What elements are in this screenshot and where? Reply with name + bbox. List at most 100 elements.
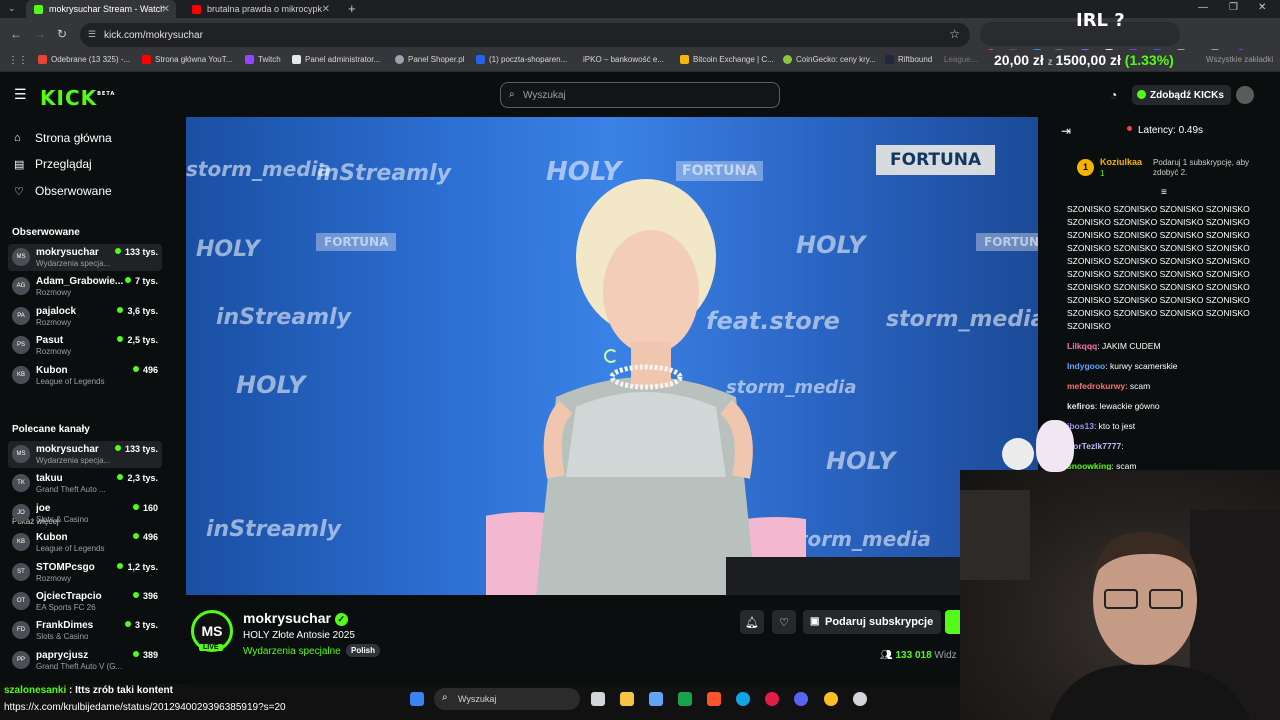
bookmark-coingecko[interactable]: CoinGecko: ceny kry... bbox=[783, 55, 876, 64]
bookmark-bitcoin-exchange[interactable]: Bitcoin Exchange | C... bbox=[680, 55, 774, 64]
nav-label: Strona główna bbox=[35, 131, 112, 145]
watermark-text: storm_media bbox=[786, 527, 931, 551]
chat-username[interactable]: CorTezlk7777 bbox=[1067, 441, 1121, 451]
sidebar-channel-kubon[interactable]: KB Kubon League of Legends 496 bbox=[8, 529, 162, 556]
kick-header: ☰ KICKBETA ⌕ Wyszukaj ◔ Zdobądź KICKs bbox=[0, 72, 1280, 117]
search-input[interactable]: ⌕ Wyszukaj bbox=[500, 82, 780, 108]
sidebar-channel-pajalock[interactable]: PA pajalock Rozmowy 3,6 tys. bbox=[8, 303, 162, 330]
sidebar-channel-kubon[interactable]: KB Kubon League of Legends 496 bbox=[8, 362, 162, 389]
back-icon[interactable]: ← bbox=[10, 27, 22, 41]
url-field[interactable]: ☰ kick.com/mokrysuchar ☆ bbox=[80, 23, 970, 47]
url-text: kick.com/mokrysuchar bbox=[104, 29, 203, 41]
bookmark-star-icon[interactable]: ☆ bbox=[949, 27, 960, 41]
channel-name: Pasut bbox=[36, 335, 64, 347]
tab-search-icon[interactable]: ⌄ bbox=[8, 3, 16, 14]
channel-avatar: PA bbox=[12, 306, 30, 325]
chat-username[interactable]: Indygooo bbox=[1067, 361, 1105, 371]
donation-percent: (1.33%) bbox=[1124, 52, 1174, 68]
edge-icon[interactable] bbox=[736, 692, 750, 706]
streamer-figure bbox=[960, 490, 1280, 720]
sidebar-channel-stompcsgo[interactable]: ST STOMPcsgo Rozmowy 1,2 tys. bbox=[8, 559, 162, 586]
nav-home[interactable]: ⌂ Strona główna bbox=[14, 131, 112, 145]
apps-grid-icon[interactable]: ⋮⋮ bbox=[8, 55, 28, 66]
file-explorer-icon[interactable] bbox=[620, 692, 634, 706]
site-info-icon[interactable]: ☰ bbox=[88, 29, 96, 40]
collapse-chat-icon[interactable]: ⇥ bbox=[1061, 124, 1071, 138]
sidebar-channel-mokrysuchar[interactable]: MS mokrysuchar Wydarzenia specja... 133 tys… bbox=[8, 441, 162, 468]
close-window-icon[interactable]: ✕ bbox=[1258, 2, 1266, 13]
tab-youtube[interactable]: brutalna prawda o mikrocypku ✕ bbox=[184, 0, 336, 18]
all-bookmarks-button[interactable]: Wszystkie zakładki bbox=[1206, 55, 1273, 64]
forward-icon[interactable]: → bbox=[34, 27, 46, 41]
sidebar-channel-paprycjusz[interactable]: PP paprycjusz Grand Theft Auto V (G... 389 bbox=[8, 647, 162, 674]
search-icon: ⌕ bbox=[509, 89, 515, 100]
close-tab-icon[interactable]: ✕ bbox=[162, 4, 170, 15]
kick-logo[interactable]: KICKBETA bbox=[40, 86, 115, 110]
watermark-text: storm_media bbox=[186, 157, 331, 181]
notifications-bell-button[interactable]: 🔔︎ bbox=[740, 610, 764, 634]
sidebar-channel-ojciectrapcio[interactable]: OT OjciecTrapcio EA Sports FC 26 396 bbox=[8, 588, 162, 615]
beta-label: BETA bbox=[97, 91, 116, 97]
bookmark-gmail[interactable]: Odebrane (13 325) -... bbox=[38, 55, 130, 64]
channel-avatar: TK bbox=[12, 474, 30, 493]
sidebar-channel-joe[interactable]: JO joe Slots & Casino 160 bbox=[8, 500, 162, 527]
nav-following[interactable]: ♡ Obserwowane bbox=[14, 184, 112, 198]
bookmark-league[interactable]: League... bbox=[944, 55, 977, 64]
chat-username[interactable]: kefiros bbox=[1067, 401, 1095, 411]
gift-subscriptions-button[interactable]: ▣ Podaruj subskrypcje bbox=[803, 610, 942, 634]
bookmark-ipko[interactable]: iPKO – bankowość e... bbox=[583, 55, 664, 64]
sidebar-channel-frankdimes[interactable]: FD FrankDimes Slots & Casino 3 tys. bbox=[8, 617, 162, 644]
stream-category-link[interactable]: Wydarzenia specjalne bbox=[243, 646, 341, 657]
tab-kick[interactable]: mokrysuchar Stream - Watch Li ✕ bbox=[26, 0, 176, 18]
get-kicks-button[interactable]: Zdobądź KICKs bbox=[1132, 85, 1231, 105]
reload-icon[interactable]: ↻ bbox=[57, 27, 67, 41]
chat-text: lewackie gówno bbox=[1099, 401, 1160, 411]
chat-username[interactable]: Lilkqqq bbox=[1067, 341, 1097, 351]
minimize-icon[interactable]: — bbox=[1198, 2, 1208, 13]
obs-icon[interactable] bbox=[853, 692, 867, 706]
chat-filter-icon[interactable]: ≡ bbox=[1161, 187, 1167, 198]
channel-category: Slots & Casino bbox=[36, 514, 89, 524]
channel-name: joe bbox=[36, 502, 51, 514]
excel-icon[interactable] bbox=[678, 692, 692, 706]
cat-sticker-icon bbox=[1002, 438, 1034, 470]
nav-browse[interactable]: ▤ Przeglądaj bbox=[14, 157, 92, 171]
close-tab-icon[interactable]: ✕ bbox=[322, 4, 330, 15]
subscribe-button[interactable] bbox=[945, 610, 960, 634]
channel-viewers: 396 bbox=[133, 591, 158, 601]
new-tab-icon[interactable]: + bbox=[348, 1, 356, 16]
chat-message: Lilkqqq: JAKIM CUDEM bbox=[1067, 341, 1161, 351]
bookmark-youtube[interactable]: Strona główna YouT... bbox=[142, 55, 232, 64]
maximize-icon[interactable]: ❐ bbox=[1229, 2, 1238, 13]
sidebar-channel-takuu[interactable]: TK takuu Grand Theft Auto ... 2,3 tys. bbox=[8, 470, 162, 497]
user-avatar[interactable] bbox=[1236, 86, 1254, 104]
bookmark-admin-panel[interactable]: Panel administrator... bbox=[292, 55, 380, 64]
bookmark-poczta[interactable]: (1) poczta-shoparen... bbox=[476, 55, 567, 64]
discord-icon[interactable] bbox=[794, 692, 808, 706]
language-tag[interactable]: Polish bbox=[346, 644, 381, 657]
taskbar-search-input[interactable]: ⌕ Wyszukaj bbox=[434, 688, 580, 710]
channel-viewers: 389 bbox=[133, 650, 158, 660]
channel-name[interactable]: mokrysuchar ✓ bbox=[243, 610, 348, 626]
store-icon[interactable] bbox=[649, 692, 663, 706]
task-view-icon[interactable] bbox=[591, 692, 605, 706]
bookmark-riftbound[interactable]: Riftbound bbox=[885, 55, 932, 64]
follow-button[interactable]: ♡ bbox=[772, 610, 796, 634]
tab-title: brutalna prawda o mikrocypku bbox=[207, 4, 322, 14]
sidebar-channel-adamgrabowie[interactable]: AG Adam_Grabowie... Rozmowy 7 tys. bbox=[8, 273, 162, 300]
sidebar-channel-pasut[interactable]: PS Pasut Rozmowy 2,5 tys. bbox=[8, 332, 162, 359]
taskbar-search-placeholder: Wyszukaj bbox=[458, 694, 497, 704]
chat-username[interactable]: mefedrokurwy bbox=[1067, 381, 1125, 391]
menu-hamburger-icon[interactable]: ☰ bbox=[14, 86, 27, 103]
video-player[interactable]: storm_media inStreamly HOLY FORTUNA FORT… bbox=[186, 117, 1038, 595]
chrome-icon[interactable] bbox=[824, 692, 838, 706]
channel-category: Rozmowy bbox=[36, 573, 72, 583]
pinned-count: 1 bbox=[1100, 169, 1105, 178]
bookmark-twitch[interactable]: Twitch bbox=[245, 55, 281, 64]
brave-icon[interactable] bbox=[707, 692, 721, 706]
bookmark-shoper[interactable]: Panel Shoper.pl bbox=[395, 55, 465, 64]
windows-start-icon[interactable] bbox=[410, 692, 424, 706]
notifications-icon[interactable]: ◔ bbox=[1110, 88, 1117, 102]
opera-icon[interactable] bbox=[765, 692, 779, 706]
sidebar-channel-mokrysuchar[interactable]: MS mokrysuchar Wydarzenia specja... 133 tys… bbox=[8, 244, 162, 271]
